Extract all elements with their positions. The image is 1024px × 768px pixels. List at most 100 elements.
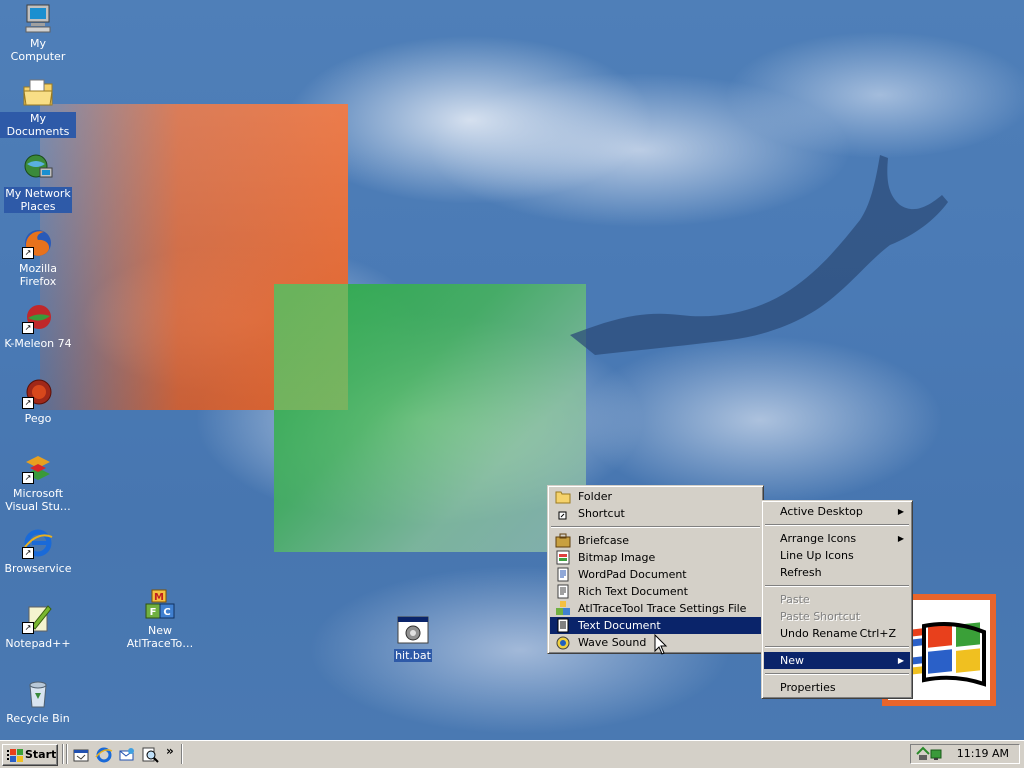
shortcut-arrow-icon: ↗ <box>22 472 34 484</box>
desktop-icon-label: My Computer <box>10 37 66 63</box>
notepad-plus-plus-icon: ↗ <box>22 602 54 634</box>
menu-item-shortcut[interactable]: Shortcut <box>550 505 761 522</box>
menu-item-label: Briefcase <box>578 534 630 547</box>
submenu-arrow-icon: ▶ <box>897 534 904 543</box>
start-button[interactable]: Start <box>2 744 58 766</box>
desktop-icon-notepad-plus-plus[interactable]: ↗ Notepad++ <box>0 602 76 650</box>
desktop-context-menu: Active Desktop ▶ Arrange Icons ▶ Line Up… <box>761 500 913 699</box>
shortcut-arrow-icon: ↗ <box>22 547 34 559</box>
menu-item-active-desktop[interactable]: Active Desktop ▶ <box>764 503 910 520</box>
bitmap-icon <box>555 550 571 565</box>
shortcut-arrow-icon: ↗ <box>22 397 34 409</box>
ie-icon[interactable] <box>95 746 113 764</box>
visual-studio-icon: ↗ <box>22 452 54 484</box>
desktop-icon-recycle-bin[interactable]: Recycle Bin <box>0 677 76 725</box>
desktop-icon-label: My Documents <box>0 112 76 138</box>
menu-item-label: Shortcut <box>578 507 625 520</box>
desktop[interactable]: My Computer My Documents My Network Plac… <box>0 0 1024 740</box>
menu-separator <box>765 524 909 526</box>
mouse-cursor-icon <box>654 634 668 655</box>
network-places-icon <box>22 152 54 184</box>
shortcut-arrow-icon: ↗ <box>22 622 34 634</box>
show-desktop-icon[interactable] <box>72 746 90 764</box>
pego-icon: ↗ <box>22 377 54 409</box>
firefox-icon: ↗ <box>22 227 54 259</box>
network-tray-icon[interactable] <box>915 746 943 765</box>
desktop-icon-label: Pego <box>24 412 52 425</box>
menu-item-paste[interactable]: Paste <box>764 591 910 608</box>
quick-launch-overflow-button[interactable]: » <box>166 744 174 758</box>
menu-item-shortcut-key: Ctrl+Z <box>859 627 896 640</box>
desktop-icon-pego[interactable]: ↗ Pego <box>0 377 76 425</box>
briefcase-icon <box>555 533 571 548</box>
svg-text:M: M <box>154 592 164 603</box>
menu-item-label: Rich Text Document <box>578 585 688 598</box>
desktop-icon-k-meleon[interactable]: ↗ K-Meleon 74 <box>0 302 76 350</box>
browservice-icon: ↗ <box>22 527 54 559</box>
desktop-icon-label: Recycle Bin <box>6 712 70 725</box>
shortcut-arrow-icon: ↗ <box>22 322 34 334</box>
desktop-icon-my-computer[interactable]: My Computer <box>0 2 76 63</box>
desktop-icon-network-places[interactable]: My Network Places <box>0 152 76 213</box>
desktop-icon-label: K-Meleon 74 <box>4 337 72 350</box>
new-submenu: Folder Shortcut Briefcase Bitmap Image W… <box>547 485 764 654</box>
menu-item-properties[interactable]: Properties <box>764 679 910 696</box>
mfc-icon: MFC <box>144 589 176 621</box>
batch-file-icon <box>397 614 429 646</box>
atltrace-icon <box>555 601 571 616</box>
search-icon[interactable] <box>141 746 159 764</box>
windows-flag-icon <box>7 748 23 762</box>
my-documents-icon <box>22 77 54 109</box>
submenu-arrow-icon: ▶ <box>897 507 904 516</box>
taskbar: Start » 11:19 AM <box>0 740 1024 768</box>
menu-item-rich-text-document[interactable]: Rich Text Document <box>550 583 761 600</box>
svg-text:F: F <box>150 607 157 618</box>
menu-item-label: Arrange Icons <box>780 532 857 545</box>
shortcut-arrow-icon: ↗ <box>22 247 34 259</box>
menu-item-bitmap-image[interactable]: Bitmap Image <box>550 549 761 566</box>
menu-item-label: New <box>780 654 804 667</box>
menu-item-label: Active Desktop <box>780 505 863 518</box>
menu-item-atltracetool-settings[interactable]: AtlTraceTool Trace Settings File <box>550 600 761 617</box>
outlook-express-icon[interactable] <box>118 746 136 764</box>
menu-separator <box>765 673 909 675</box>
menu-item-label: Text Document <box>578 619 661 632</box>
desktop-icon-label: Notepad++ <box>5 637 71 650</box>
menu-item-label: Paste Shortcut <box>780 610 861 623</box>
shortcut-icon <box>555 506 571 521</box>
desktop-icon-my-documents[interactable]: My Documents <box>0 77 76 138</box>
menu-separator <box>765 585 909 587</box>
menu-item-line-up-icons[interactable]: Line Up Icons <box>764 547 910 564</box>
menu-item-new[interactable]: New ▶ <box>764 652 910 669</box>
system-tray: 11:19 AM <box>910 744 1020 764</box>
desktop-icon-new-atltracetool[interactable]: MFC New AtlTraceTo… <box>122 589 198 650</box>
menu-separator <box>765 646 909 648</box>
wordpad-icon <box>555 567 571 582</box>
menu-item-label: Line Up Icons <box>780 549 854 562</box>
menu-item-wordpad-document[interactable]: WordPad Document <box>550 566 761 583</box>
desktop-icon-firefox[interactable]: ↗ Mozilla Firefox <box>0 227 76 288</box>
desktop-icon-label: Browservice <box>4 562 72 575</box>
menu-item-label: Paste <box>780 593 810 606</box>
menu-item-label: Wave Sound <box>578 636 647 649</box>
start-label: Start <box>25 748 57 761</box>
menu-item-text-document[interactable]: Text Document <box>550 617 761 634</box>
menu-item-refresh[interactable]: Refresh <box>764 564 910 581</box>
svg-text:C: C <box>163 607 170 618</box>
desktop-icon-visual-studio[interactable]: ↗ Microsoft Visual Stu… <box>0 452 76 513</box>
desktop-icon-hit-bat[interactable]: hit.bat <box>375 614 451 662</box>
wallpaper-diver-silhouette <box>570 155 948 355</box>
menu-item-undo-rename[interactable]: Undo Rename Ctrl+Z <box>764 625 910 642</box>
menu-item-paste-shortcut[interactable]: Paste Shortcut <box>764 608 910 625</box>
clock[interactable]: 11:19 AM <box>957 745 1009 763</box>
desktop-icon-browservice[interactable]: ↗ Browservice <box>0 527 76 575</box>
menu-item-briefcase[interactable]: Briefcase <box>550 532 761 549</box>
menu-item-arrange-icons[interactable]: Arrange Icons ▶ <box>764 530 910 547</box>
menu-item-label: WordPad Document <box>578 568 687 581</box>
menu-item-folder[interactable]: Folder <box>550 488 761 505</box>
menu-item-label: Bitmap Image <box>578 551 656 564</box>
menu-item-label: Properties <box>780 681 836 694</box>
menu-item-label: Undo Rename <box>780 627 858 640</box>
taskbar-separator <box>66 744 68 764</box>
wave-sound-icon <box>555 635 571 650</box>
